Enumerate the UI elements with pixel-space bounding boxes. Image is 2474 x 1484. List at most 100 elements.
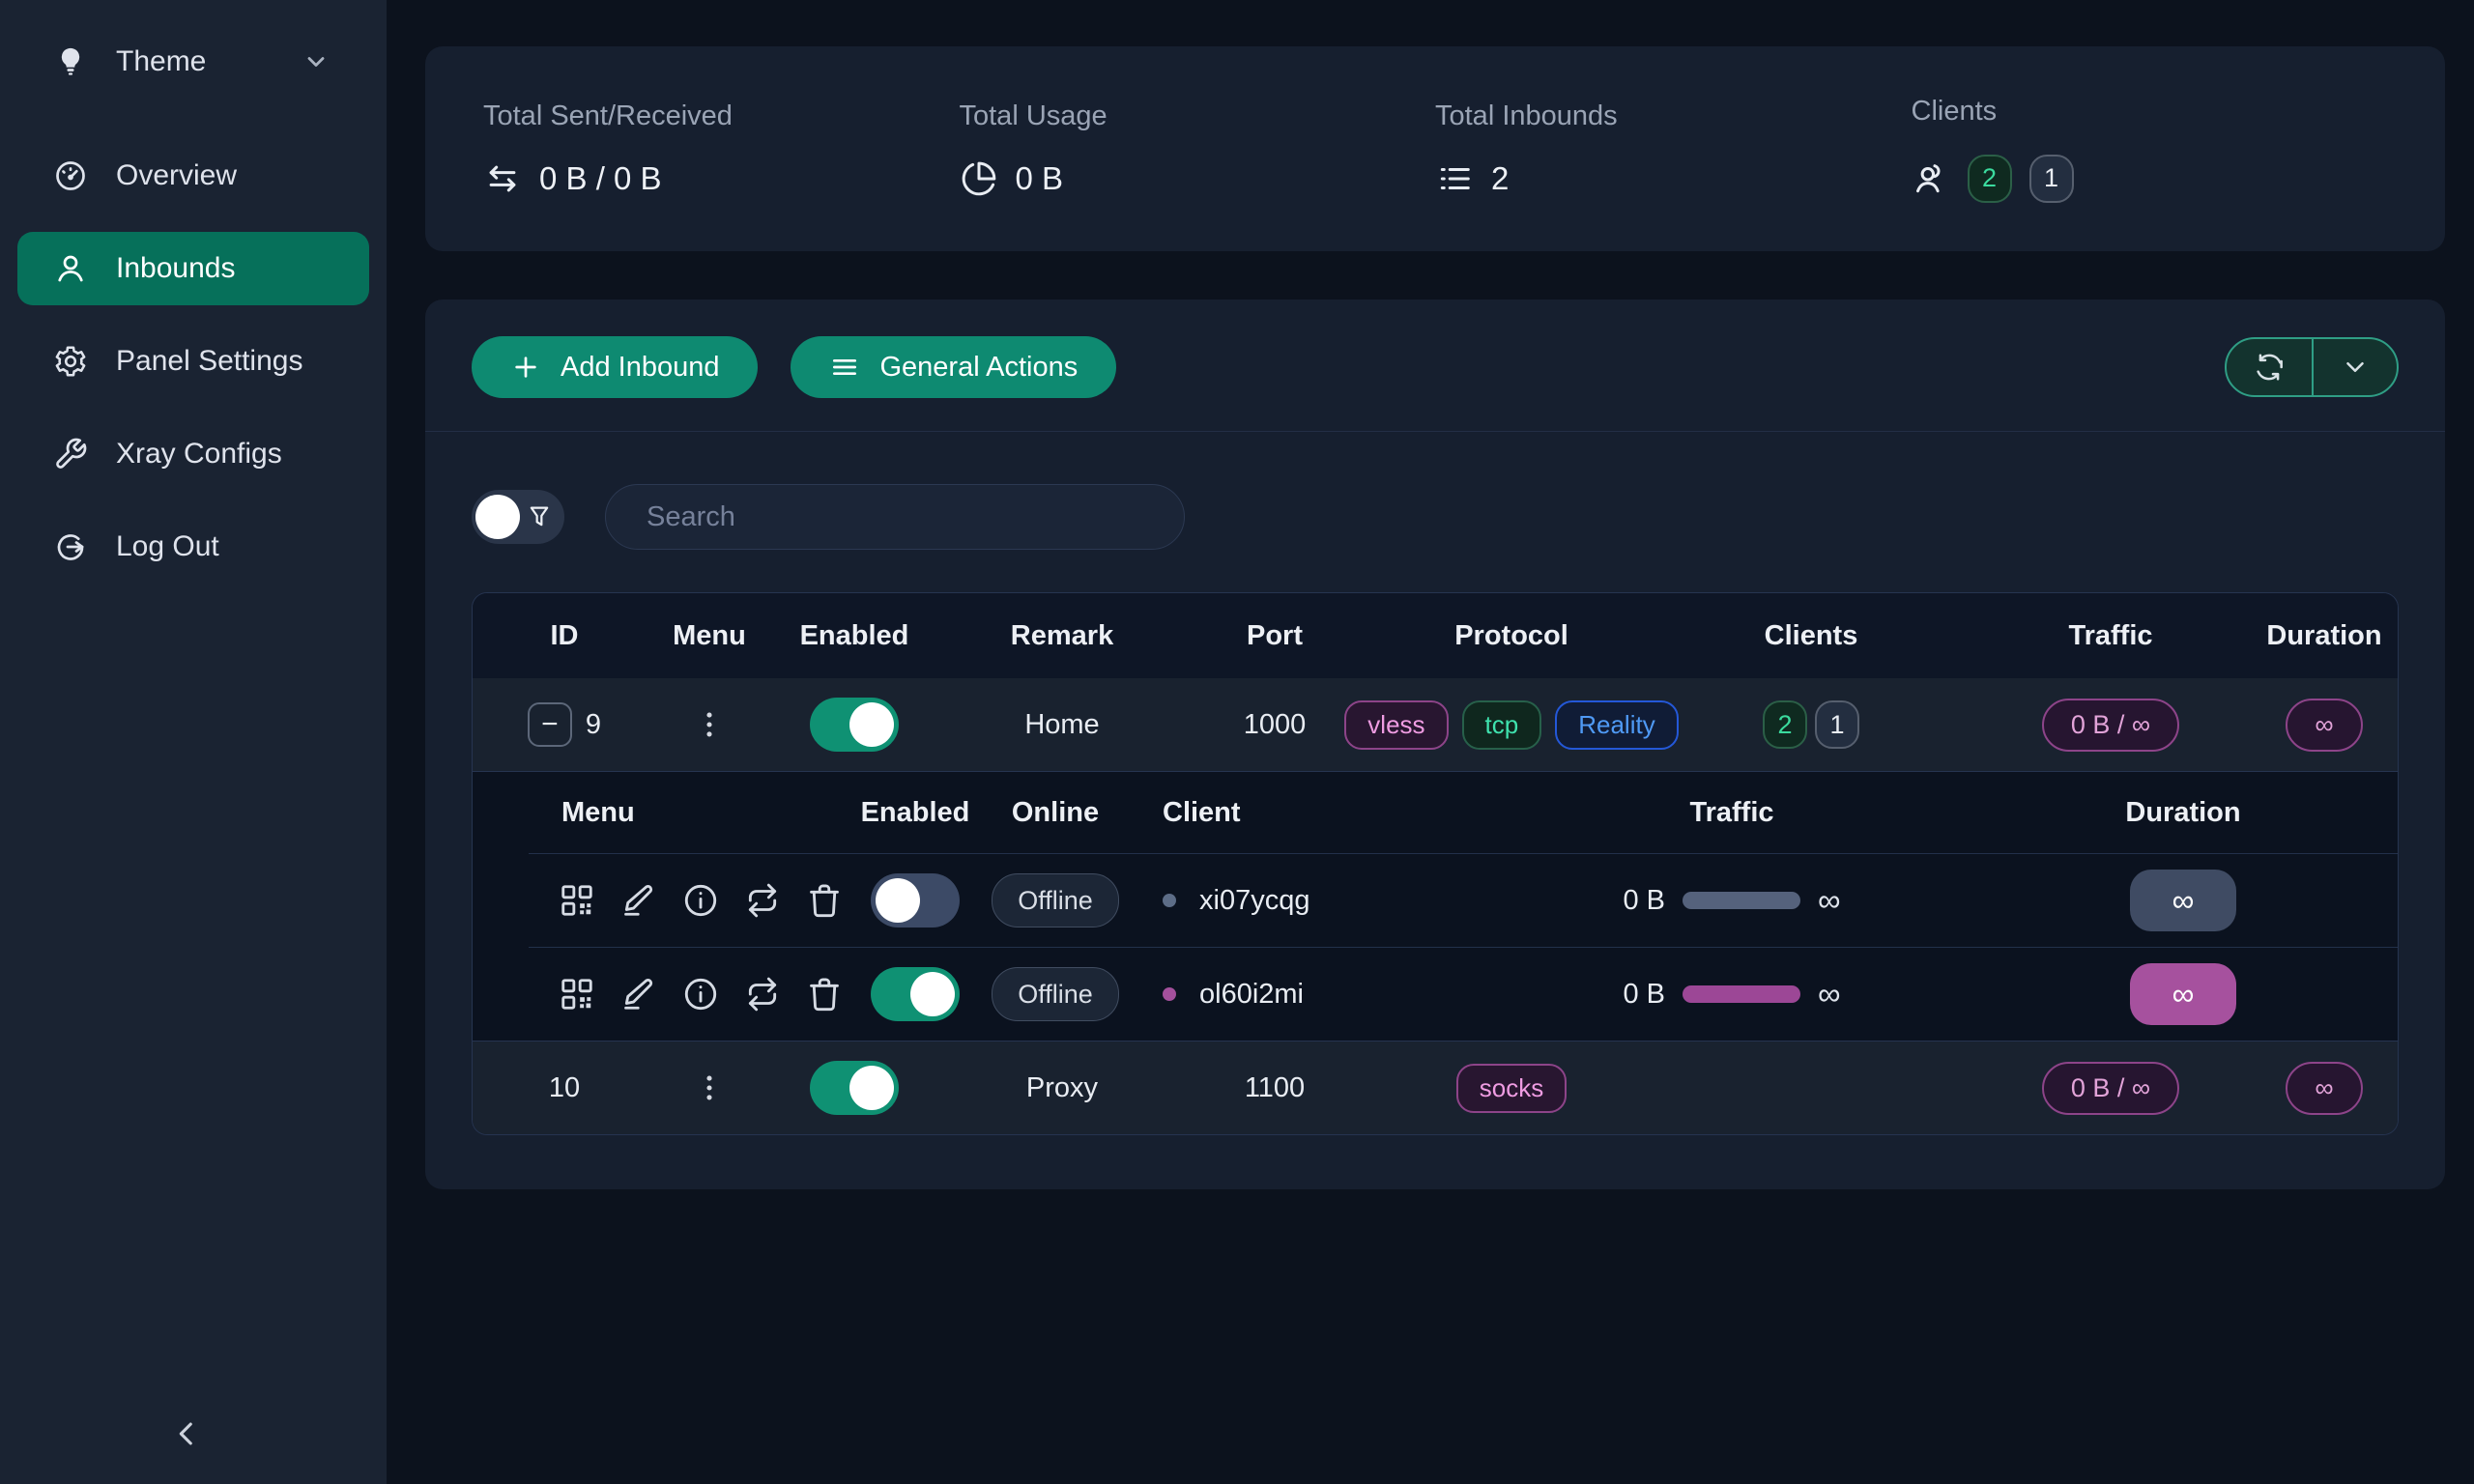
trash-icon[interactable] [805,881,844,920]
duration-pill: ∞ [2130,963,2236,1025]
stat-label: Total Inbounds [1435,100,1912,132]
reset-traffic-icon[interactable] [743,881,782,920]
info-icon[interactable] [681,881,720,920]
col-header-enabled: Enabled [762,620,946,652]
stat-label: Clients [1912,96,2388,128]
col-header-duration: Duration [2251,620,2398,652]
inbound-remark: Proxy [1026,1072,1098,1104]
edit-pencil-icon[interactable] [619,881,658,920]
protocol-tag: socks [1456,1064,1567,1113]
sidebar-item-label: Panel Settings [116,345,302,378]
stat-total-sent-received: Total Sent/Received 0 B / 0 B [483,100,960,198]
stat-total-usage: Total Usage 0 B [960,100,1436,198]
sidebar-item-label: Log Out [116,530,219,563]
actions-row: Add Inbound General Actions [425,300,2445,432]
protocol-tag: vless [1344,700,1448,750]
client-status-dot [1163,987,1176,1001]
online-status-badge: Offline [992,873,1119,928]
traffic-progress-bar [1683,985,1800,1003]
reset-traffic-icon[interactable] [743,975,782,1013]
inbound-remark: Home [1024,709,1099,741]
sidebar-item-overview[interactable]: Overview [17,139,369,213]
refresh-split-button [2225,337,2399,397]
traffic-pill: 0 B / ∞ [2042,699,2179,752]
col-header-menu: Menu [656,620,762,652]
client-enabled-toggle[interactable] [871,873,960,928]
sidebar-item-label: Inbounds [116,252,235,285]
clients-online-badge: 2 [1968,155,2012,203]
app-root: Theme Overview Inbounds Panel Settings [0,0,2474,1484]
table-row: − 9 Home 1000 vless tcp Reality [473,678,2398,771]
gauge-icon [52,157,89,194]
sidebar-item-label: Overview [116,159,237,192]
edit-pencil-icon[interactable] [619,975,658,1013]
table-header: ID Menu Enabled Remark Port Protocol Cli… [473,593,2398,678]
col-header-clients: Clients [1652,620,1971,652]
add-inbound-button[interactable]: Add Inbound [472,336,758,398]
stat-value: 2 [1491,160,1509,197]
inbound-id: 9 [586,709,601,741]
sidebar-item-inbounds[interactable]: Inbounds [17,232,369,305]
sidebar-item-logout[interactable]: Log Out [17,510,369,584]
stats-card: Total Sent/Received 0 B / 0 B Total Usag… [425,46,2445,251]
info-icon[interactable] [681,975,720,1013]
client-row: Offline ol60i2mi 0 B ∞ ∞ [529,947,2398,1041]
inbound-enabled-toggle[interactable] [810,698,899,752]
people-icon [1912,159,1950,198]
traffic-pill: 0 B / ∞ [2042,1062,2179,1115]
theme-label: Theme [116,45,206,78]
sidebar-item-panel-settings[interactable]: Panel Settings [17,325,369,398]
duration-pill: ∞ [2286,699,2362,752]
refresh-button[interactable] [2227,339,2312,395]
general-actions-button[interactable]: General Actions [791,336,1116,398]
client-row: Offline xi07ycqg 0 B ∞ ∞ [529,853,2398,947]
logout-icon [52,528,89,565]
pie-chart-icon [960,159,998,198]
col-header-online: Online [973,797,1137,829]
col-header-remark: Remark [946,620,1178,652]
theme-selector[interactable]: Theme [17,25,369,99]
table-row: 10 Proxy 1100 socks 0 B / ∞ ∞ [473,1042,2398,1134]
collapse-row-button[interactable]: − [528,702,572,747]
row-menu-button[interactable] [693,708,726,741]
gear-icon [52,343,89,380]
stat-label: Total Sent/Received [483,100,960,132]
col-header-client: Client [1137,797,1495,829]
sidebar-item-xray-configs[interactable]: Xray Configs [17,417,369,491]
col-header-protocol: Protocol [1371,620,1652,652]
chevron-down-icon [298,43,334,80]
filter-toggle[interactable] [472,490,564,544]
inbound-id: 10 [549,1072,580,1104]
funnel-icon [526,503,553,530]
col-header-id: ID [473,620,656,652]
inbound-port: 1000 [1244,709,1307,741]
refresh-dropdown-button[interactable] [2312,339,2397,395]
col-header-duration: Duration [1969,797,2398,829]
hamburger-icon [829,352,860,383]
trash-icon[interactable] [805,975,844,1013]
inbound-port: 1100 [1245,1072,1305,1104]
clients-total-badge: 1 [2029,155,2074,203]
stat-value: 0 B [1016,160,1064,197]
sidebar-collapse-button[interactable] [170,1411,216,1457]
stat-label: Total Usage [960,100,1436,132]
qr-code-icon[interactable] [558,975,596,1013]
filter-row [425,432,2445,550]
inbound-enabled-toggle[interactable] [810,1061,899,1115]
transfer-arrows-icon [483,159,522,198]
client-status-dot [1163,894,1176,907]
sidebar-item-label: Xray Configs [116,438,282,471]
duration-pill: ∞ [2130,870,2236,931]
lightbulb-icon [52,43,89,80]
plus-icon [510,352,541,383]
client-name: xi07ycqg [1199,885,1309,917]
search-input[interactable] [605,484,1185,550]
row-menu-button[interactable] [693,1071,726,1104]
col-header-traffic: Traffic [1495,797,1969,829]
col-header-traffic: Traffic [1971,620,2251,652]
stat-value: 0 B / 0 B [539,160,662,197]
client-enabled-toggle[interactable] [871,967,960,1021]
client-table-header: Menu Enabled Online Client Traffic Durat… [529,772,2398,853]
qr-code-icon[interactable] [558,881,596,920]
main-content: Total Sent/Received 0 B / 0 B Total Usag… [387,0,2474,1484]
